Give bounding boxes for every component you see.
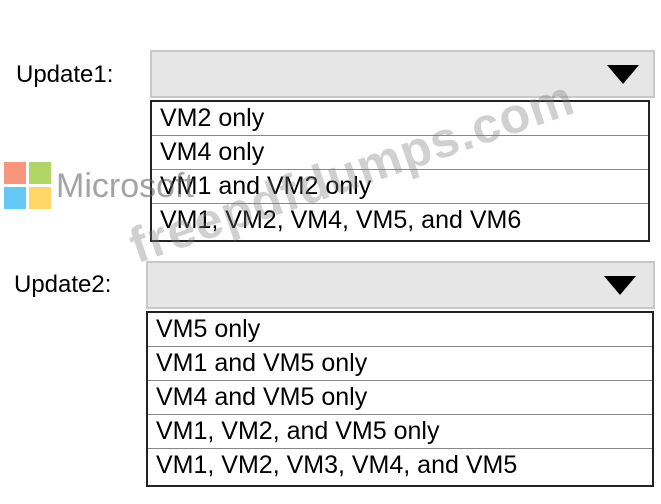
- update2-option[interactable]: VM4 and VM5 only: [148, 381, 652, 415]
- chevron-down-icon: [603, 276, 636, 295]
- update2-option[interactable]: VM1, VM2, and VM5 only: [148, 415, 652, 449]
- update2-option[interactable]: VM1, VM2, VM3, VM4, and VM5: [148, 449, 652, 483]
- update2-selected-value[interactable]: [148, 263, 588, 307]
- update2-option[interactable]: VM1 and VM5 only: [148, 347, 652, 381]
- update1-dropdown-button[interactable]: [592, 52, 653, 96]
- update2-label: Update2:: [14, 271, 112, 298]
- update2-dropdown[interactable]: [146, 261, 655, 309]
- watermark-logo-text: Microsoft: [56, 167, 194, 205]
- microsoft-logo-icon: [4, 162, 52, 210]
- update2-options-list: VM5 only VM1 and VM5 only VM4 and VM5 on…: [146, 311, 654, 487]
- update1-label: Update1:: [16, 61, 114, 88]
- chevron-down-icon: [606, 65, 639, 84]
- update2-option[interactable]: VM5 only: [148, 313, 652, 347]
- update2-dropdown-button[interactable]: [586, 263, 653, 307]
- update1-dropdown[interactable]: [150, 50, 655, 98]
